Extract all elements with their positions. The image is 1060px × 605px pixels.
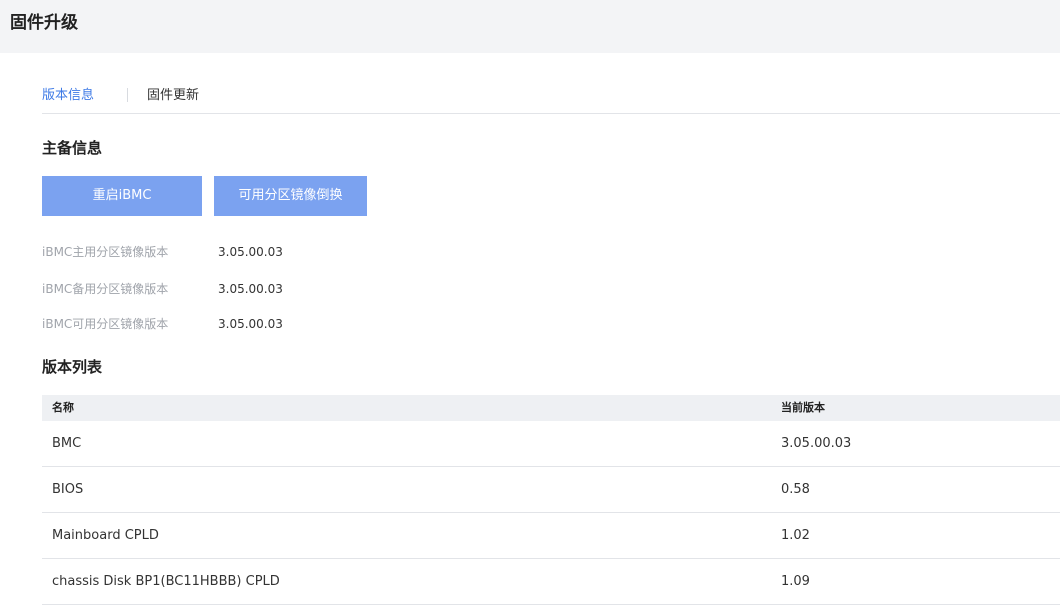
table-row: chassis Disk BP1(BC11HBBB) CPLD 1.09 (42, 559, 1060, 605)
row-name-cell: BMC (52, 436, 82, 451)
backup-image-version-value: 3.05.00.03 (218, 282, 283, 296)
available-image-version-label: iBMC可用分区镜像版本 (42, 317, 169, 331)
row-name-cell: chassis Disk BP1(BC11HBBB) CPLD (52, 574, 280, 589)
table-row: Mainboard CPLD 1.02 (42, 513, 1060, 559)
table-row: BMC 3.05.00.03 (42, 421, 1060, 467)
row-version-cell: 3.05.00.03 (781, 436, 852, 451)
tab-divider (127, 88, 128, 102)
column-header-name: 名称 (52, 401, 74, 414)
tab-bar: 版本信息 固件更新 (42, 87, 1060, 114)
version-table: 名称 当前版本 BMC 3.05.00.03 BIOS 0.58 Mainboa… (42, 395, 1060, 605)
table-row: BIOS 0.58 (42, 467, 1060, 513)
primary-image-version-value: 3.05.00.03 (218, 245, 283, 259)
row-name-cell: Mainboard CPLD (52, 528, 159, 543)
column-header-current-version: 当前版本 (781, 401, 825, 414)
row-version-cell: 1.09 (781, 574, 810, 589)
primary-image-version-label: iBMC主用分区镜像版本 (42, 245, 169, 259)
row-version-cell: 0.58 (781, 482, 810, 497)
restart-ibmc-button[interactable]: 重启iBMC (42, 176, 202, 216)
tab-version-info[interactable]: 版本信息 (42, 87, 94, 105)
switch-partition-image-button[interactable]: 可用分区镜像倒换 (214, 176, 367, 216)
row-version-cell: 1.02 (781, 528, 810, 543)
content-panel: 版本信息 固件更新 主备信息 重启iBMC 可用分区镜像倒换 iBMC主用分区镜… (10, 53, 1060, 605)
available-image-version-value: 3.05.00.03 (218, 317, 283, 331)
tab-firmware-update[interactable]: 固件更新 (147, 87, 199, 105)
version-list-section-title: 版本列表 (42, 358, 103, 376)
table-header: 名称 当前版本 (42, 395, 1060, 421)
backup-image-version-label: iBMC备用分区镜像版本 (42, 282, 169, 296)
page-title: 固件升级 (10, 13, 78, 33)
page-header: 固件升级 (0, 0, 1060, 53)
row-name-cell: BIOS (52, 482, 84, 497)
primary-backup-section-title: 主备信息 (42, 139, 103, 157)
